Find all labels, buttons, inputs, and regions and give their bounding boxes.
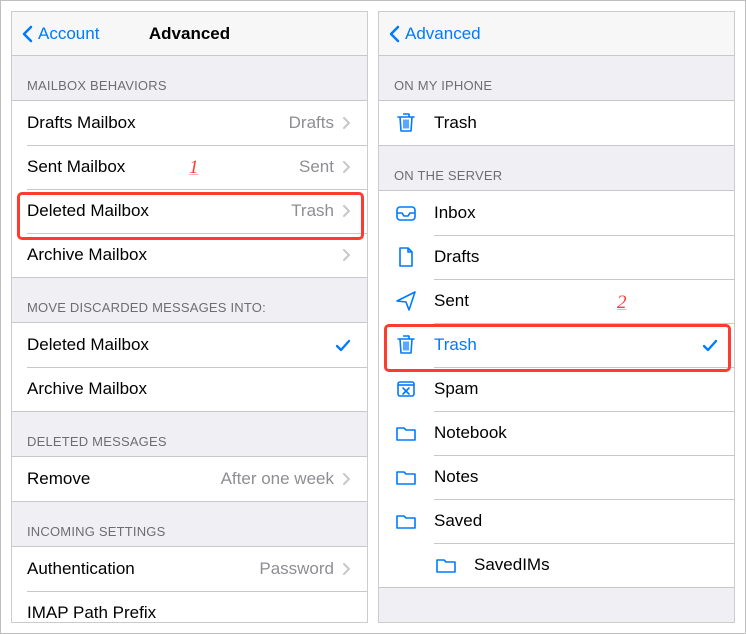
row-label: Deleted Mailbox bbox=[27, 201, 149, 221]
row-archive-mailbox[interactable]: Archive Mailbox bbox=[12, 233, 367, 277]
row-label: Drafts Mailbox bbox=[27, 113, 136, 133]
left-screen: Account Advanced Mailbox Behaviors Draft… bbox=[11, 11, 368, 623]
row-label: Spam bbox=[434, 379, 478, 399]
file-icon bbox=[394, 245, 422, 269]
back-label: Account bbox=[38, 24, 99, 44]
trash-icon bbox=[394, 111, 422, 135]
list-mailbox-behaviors: Drafts Mailbox Drafts Sent Mailbox Sent … bbox=[12, 100, 367, 278]
section-header-on-the-server: On the Server bbox=[379, 146, 734, 190]
spam-icon bbox=[394, 377, 422, 401]
list-on-the-server: Inbox Drafts Sent Trash Spam bbox=[379, 190, 734, 588]
navbar-left: Account Advanced bbox=[12, 12, 367, 56]
row-authentication[interactable]: Authentication Password bbox=[12, 547, 367, 591]
row-label: SavedIMs bbox=[474, 555, 550, 575]
chevron-left-icon bbox=[18, 24, 36, 44]
folder-icon bbox=[394, 421, 422, 445]
row-server-notebook[interactable]: Notebook bbox=[379, 411, 734, 455]
section-header-mailbox-behaviors: Mailbox Behaviors bbox=[12, 56, 367, 100]
row-imap-path-prefix[interactable]: IMAP Path Prefix bbox=[12, 591, 367, 623]
row-local-trash[interactable]: Trash bbox=[379, 101, 734, 145]
row-label: Authentication bbox=[27, 559, 135, 579]
row-server-drafts[interactable]: Drafts bbox=[379, 235, 734, 279]
chevron-right-icon bbox=[340, 204, 352, 218]
row-deleted-mailbox[interactable]: Deleted Mailbox Trash bbox=[12, 189, 367, 233]
list-move-discarded: Deleted Mailbox Archive Mailbox bbox=[12, 322, 367, 412]
chevron-right-icon bbox=[340, 116, 352, 130]
section-header-move-discarded: Move Discarded Messages Into: bbox=[12, 278, 367, 322]
list-incoming: Authentication Password IMAP Path Prefix bbox=[12, 546, 367, 623]
row-label: Inbox bbox=[434, 203, 476, 223]
folder-icon bbox=[434, 553, 462, 577]
section-header-incoming: Incoming Settings bbox=[12, 502, 367, 546]
row-label: Archive Mailbox bbox=[27, 245, 147, 265]
row-sent-mailbox[interactable]: Sent Mailbox Sent bbox=[12, 145, 367, 189]
list-deleted-messages: Remove After one week bbox=[12, 456, 367, 502]
checkmark-icon bbox=[701, 337, 719, 353]
back-button-account[interactable]: Account bbox=[12, 24, 99, 44]
list-on-my-iphone: Trash bbox=[379, 100, 734, 146]
row-detail: Trash bbox=[291, 201, 334, 221]
row-detail: Drafts bbox=[289, 113, 334, 133]
row-server-spam[interactable]: Spam bbox=[379, 367, 734, 411]
row-detail: Sent bbox=[299, 157, 334, 177]
section-header-deleted-messages: Deleted Messages bbox=[12, 412, 367, 456]
row-server-savedims[interactable]: SavedIMs bbox=[379, 543, 734, 587]
folder-icon bbox=[394, 509, 422, 533]
row-label: Trash bbox=[434, 113, 477, 133]
row-drafts-mailbox[interactable]: Drafts Mailbox Drafts bbox=[12, 101, 367, 145]
row-move-archive-mailbox[interactable]: Archive Mailbox bbox=[12, 367, 367, 411]
right-screen: Advanced On My iPhone Trash On the Serve… bbox=[378, 11, 735, 623]
back-button-advanced[interactable]: Advanced bbox=[379, 24, 481, 44]
row-server-saved[interactable]: Saved bbox=[379, 499, 734, 543]
checkmark-icon bbox=[334, 337, 352, 353]
row-server-trash[interactable]: Trash bbox=[379, 323, 734, 367]
row-label: Drafts bbox=[434, 247, 479, 267]
row-label: Notebook bbox=[434, 423, 507, 443]
chevron-right-icon bbox=[340, 160, 352, 174]
row-label: IMAP Path Prefix bbox=[27, 603, 156, 623]
row-label: Saved bbox=[434, 511, 482, 531]
row-label: Archive Mailbox bbox=[27, 379, 147, 399]
row-label: Notes bbox=[434, 467, 478, 487]
chevron-right-icon bbox=[340, 562, 352, 576]
section-header-on-my-iphone: On My iPhone bbox=[379, 56, 734, 100]
row-label: Deleted Mailbox bbox=[27, 335, 149, 355]
row-label: Trash bbox=[434, 335, 477, 355]
row-move-deleted-mailbox[interactable]: Deleted Mailbox bbox=[12, 323, 367, 367]
inbox-icon bbox=[394, 201, 422, 225]
row-label: Remove bbox=[27, 469, 90, 489]
folder-icon bbox=[394, 465, 422, 489]
trash-icon bbox=[394, 333, 422, 357]
row-server-sent[interactable]: Sent bbox=[379, 279, 734, 323]
row-detail: Password bbox=[259, 559, 334, 579]
row-label: Sent bbox=[434, 291, 469, 311]
chevron-right-icon bbox=[340, 248, 352, 262]
row-remove[interactable]: Remove After one week bbox=[12, 457, 367, 501]
navbar-right: Advanced bbox=[379, 12, 734, 56]
row-detail: After one week bbox=[221, 469, 334, 489]
row-label: Sent Mailbox bbox=[27, 157, 125, 177]
row-server-notes[interactable]: Notes bbox=[379, 455, 734, 499]
chevron-left-icon bbox=[385, 24, 403, 44]
row-server-inbox[interactable]: Inbox bbox=[379, 191, 734, 235]
send-icon bbox=[394, 289, 422, 313]
chevron-right-icon bbox=[340, 472, 352, 486]
back-label: Advanced bbox=[405, 24, 481, 44]
